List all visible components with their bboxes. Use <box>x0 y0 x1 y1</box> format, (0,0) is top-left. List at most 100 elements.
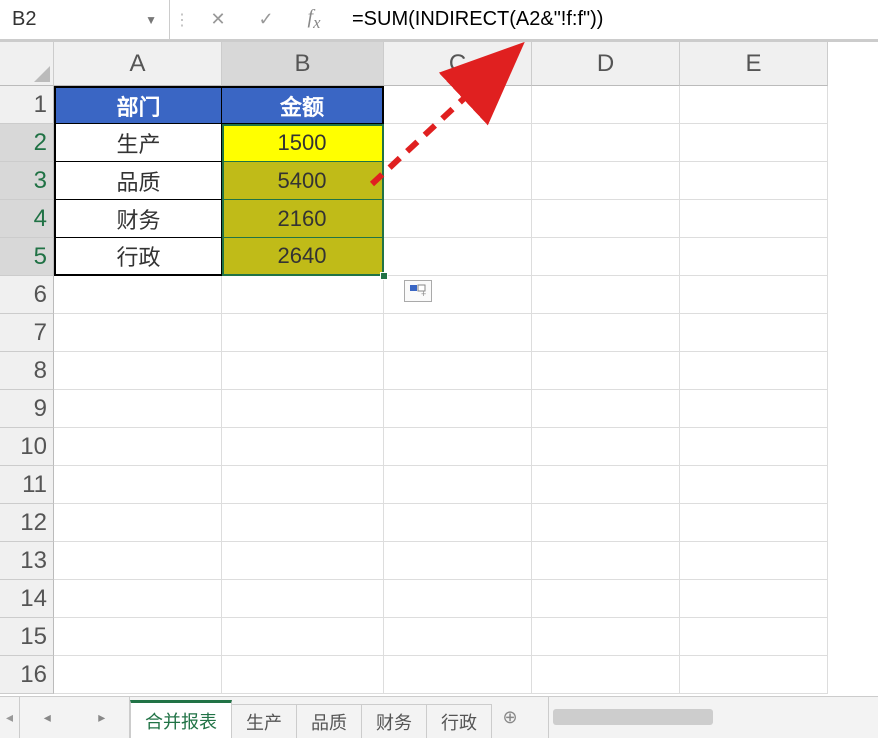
cell-E12[interactable] <box>680 504 828 542</box>
cell-D5[interactable] <box>532 238 680 276</box>
cell-A3[interactable]: 品质 <box>54 162 222 200</box>
select-all-corner[interactable] <box>0 42 54 86</box>
row-header-6[interactable]: 6 <box>0 276 54 314</box>
cell-A7[interactable] <box>54 314 222 352</box>
insert-function-button[interactable]: fx <box>290 0 338 39</box>
cell-D13[interactable] <box>532 542 680 580</box>
chevron-down-icon[interactable]: ▼ <box>145 13 157 27</box>
cell-B2[interactable]: 1500 <box>222 124 384 162</box>
cancel-formula-button[interactable]: ✕ <box>194 0 242 39</box>
cell-C8[interactable] <box>384 352 532 390</box>
cell-C5[interactable] <box>384 238 532 276</box>
cell-E9[interactable] <box>680 390 828 428</box>
row-header-8[interactable]: 8 <box>0 352 54 390</box>
cell-B3[interactable]: 5400 <box>222 162 384 200</box>
cell-D2[interactable] <box>532 124 680 162</box>
cell-D8[interactable] <box>532 352 680 390</box>
cell-E15[interactable] <box>680 618 828 656</box>
cell-B15[interactable] <box>222 618 384 656</box>
cell-B10[interactable] <box>222 428 384 466</box>
scroll-first-icon[interactable]: ◂ <box>0 697 20 738</box>
row-header-14[interactable]: 14 <box>0 580 54 618</box>
cell-C13[interactable] <box>384 542 532 580</box>
cell-C11[interactable] <box>384 466 532 504</box>
sheet-tab-合并报表[interactable]: 合并报表 <box>130 700 232 738</box>
row-header-3[interactable]: 3 <box>0 162 54 200</box>
row-header-2[interactable]: 2 <box>0 124 54 162</box>
row-header-5[interactable]: 5 <box>0 238 54 276</box>
cell-D1[interactable] <box>532 86 680 124</box>
cell-D14[interactable] <box>532 580 680 618</box>
cell-C3[interactable] <box>384 162 532 200</box>
cell-B8[interactable] <box>222 352 384 390</box>
cell-B7[interactable] <box>222 314 384 352</box>
scrollbar-thumb[interactable] <box>553 709 713 725</box>
cell-D15[interactable] <box>532 618 680 656</box>
column-header-B[interactable]: B <box>222 42 384 86</box>
cell-B9[interactable] <box>222 390 384 428</box>
formula-bar-handle-icon[interactable]: ⋮ <box>170 0 194 39</box>
cell-E16[interactable] <box>680 656 828 694</box>
column-header-D[interactable]: D <box>532 42 680 86</box>
cell-D11[interactable] <box>532 466 680 504</box>
cell-A6[interactable] <box>54 276 222 314</box>
cell-E3[interactable] <box>680 162 828 200</box>
cell-A10[interactable] <box>54 428 222 466</box>
cell-A2[interactable]: 生产 <box>54 124 222 162</box>
cell-C9[interactable] <box>384 390 532 428</box>
cell-E10[interactable] <box>680 428 828 466</box>
nav-prev-icon[interactable]: ◂ <box>44 709 51 726</box>
cell-E4[interactable] <box>680 200 828 238</box>
enter-formula-button[interactable]: ✓ <box>242 0 290 39</box>
cell-C2[interactable] <box>384 124 532 162</box>
column-header-A[interactable]: A <box>54 42 222 86</box>
row-header-1[interactable]: 1 <box>0 86 54 124</box>
cell-C1[interactable] <box>384 86 532 124</box>
cell-E14[interactable] <box>680 580 828 618</box>
cell-B1[interactable]: 金额 <box>222 86 384 124</box>
cell-C14[interactable] <box>384 580 532 618</box>
row-header-15[interactable]: 15 <box>0 618 54 656</box>
cell-C16[interactable] <box>384 656 532 694</box>
cell-D3[interactable] <box>532 162 680 200</box>
cell-B13[interactable] <box>222 542 384 580</box>
cell-A5[interactable]: 行政 <box>54 238 222 276</box>
cell-C10[interactable] <box>384 428 532 466</box>
cell-D7[interactable] <box>532 314 680 352</box>
cell-B4[interactable]: 2160 <box>222 200 384 238</box>
cell-B5[interactable]: 2640 <box>222 238 384 276</box>
new-sheet-button[interactable]: ⊕ <box>492 697 528 738</box>
cell-B16[interactable] <box>222 656 384 694</box>
cell-A15[interactable] <box>54 618 222 656</box>
row-header-9[interactable]: 9 <box>0 390 54 428</box>
cell-D9[interactable] <box>532 390 680 428</box>
cell-A8[interactable] <box>54 352 222 390</box>
cell-E5[interactable] <box>680 238 828 276</box>
sheet-tab-行政[interactable]: 行政 <box>427 704 492 738</box>
cell-A9[interactable] <box>54 390 222 428</box>
cell-C12[interactable] <box>384 504 532 542</box>
row-header-11[interactable]: 11 <box>0 466 54 504</box>
sheet-tab-财务[interactable]: 财务 <box>362 704 427 738</box>
formula-input[interactable] <box>338 0 878 39</box>
nav-next-icon[interactable]: ▸ <box>98 709 105 726</box>
column-header-C[interactable]: C <box>384 42 532 86</box>
cell-C15[interactable] <box>384 618 532 656</box>
sheet-tab-生产[interactable]: 生产 <box>232 704 297 738</box>
cell-A16[interactable] <box>54 656 222 694</box>
fill-handle[interactable] <box>380 272 388 280</box>
cell-A4[interactable]: 财务 <box>54 200 222 238</box>
horizontal-scrollbar[interactable] <box>548 697 878 738</box>
cell-E1[interactable] <box>680 86 828 124</box>
cell-C7[interactable] <box>384 314 532 352</box>
cell-B11[interactable] <box>222 466 384 504</box>
row-header-16[interactable]: 16 <box>0 656 54 694</box>
row-header-13[interactable]: 13 <box>0 542 54 580</box>
row-header-10[interactable]: 10 <box>0 428 54 466</box>
row-header-12[interactable]: 12 <box>0 504 54 542</box>
name-box[interactable]: B2 ▼ <box>0 0 170 39</box>
cell-B12[interactable] <box>222 504 384 542</box>
cell-A14[interactable] <box>54 580 222 618</box>
cell-C4[interactable] <box>384 200 532 238</box>
cell-B6[interactable] <box>222 276 384 314</box>
